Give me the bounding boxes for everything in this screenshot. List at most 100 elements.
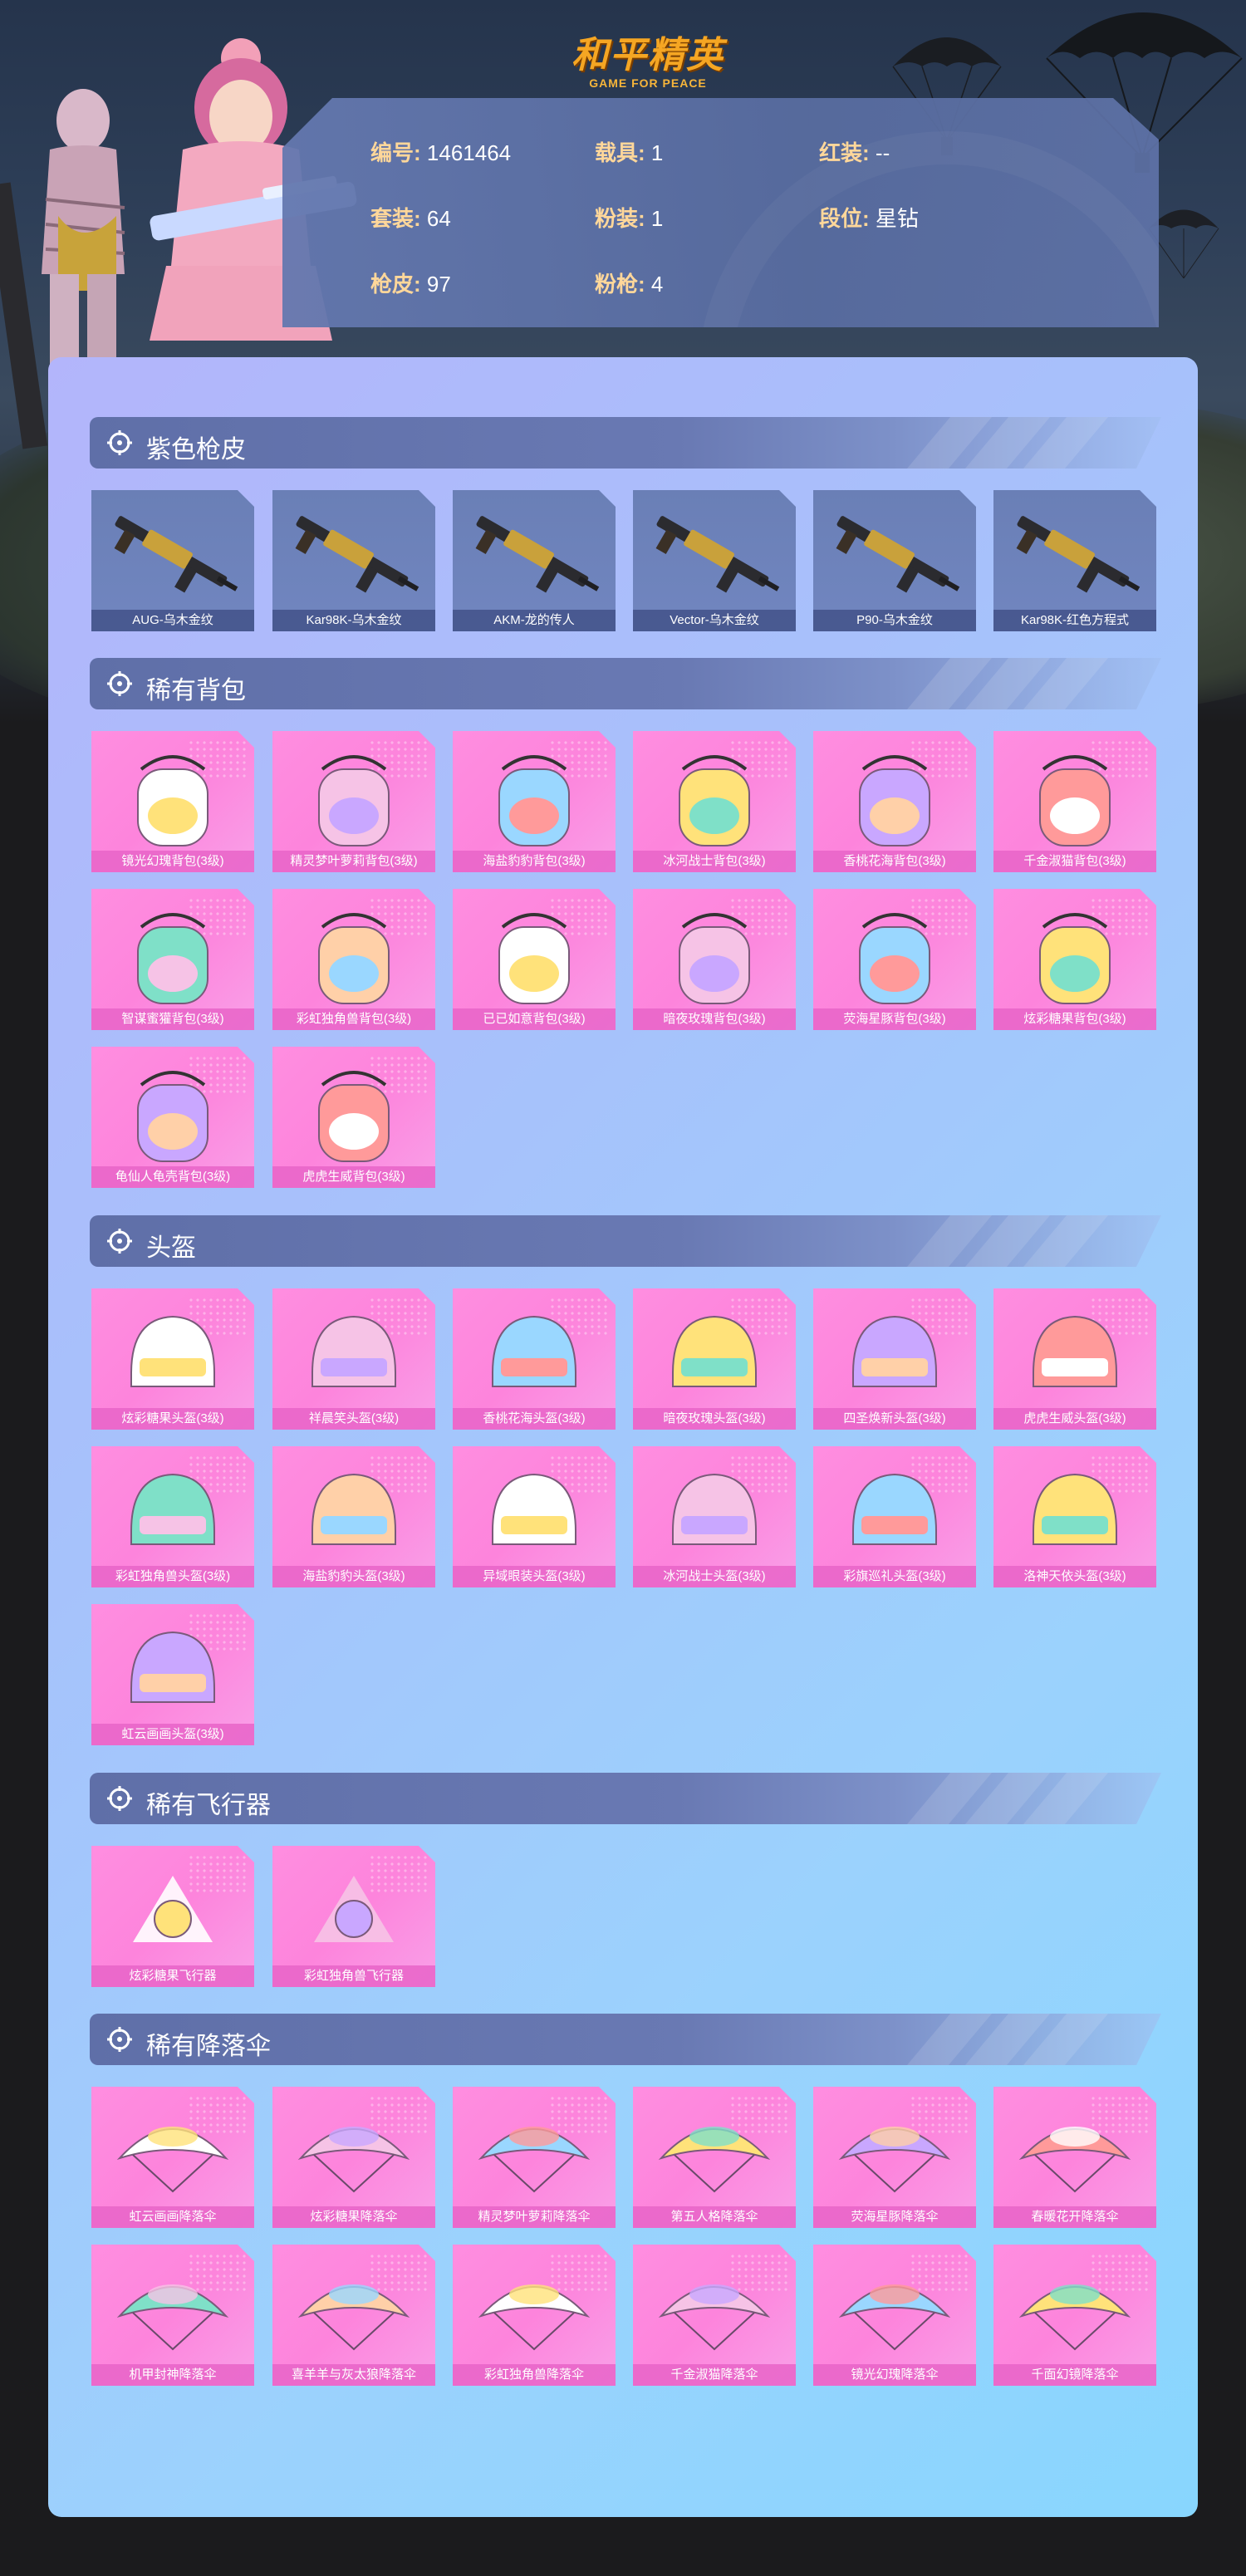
item-image-icon xyxy=(658,2127,771,2193)
item-tile[interactable]: Vector-乌木金纹 xyxy=(633,490,796,631)
item-name: 彩旗巡礼头盔(3级) xyxy=(813,1566,976,1587)
item-tile[interactable]: 虎虎生威头盔(3级) xyxy=(993,1288,1156,1430)
gun-skin-image-icon xyxy=(655,516,780,593)
section-header-rare-backpacks: 稀有背包 xyxy=(90,658,1161,709)
game-logo: 和平精英 GAME FOR PEACE xyxy=(548,25,748,90)
item-tile[interactable]: 海盐豹豹头盔(3级) xyxy=(272,1446,435,1587)
item-tile[interactable]: 炫彩糖果头盔(3级) xyxy=(91,1288,254,1430)
item-tile[interactable]: 镜光幻瑰降落伞 xyxy=(813,2245,976,2386)
item-tile[interactable]: 已已如意背包(3级) xyxy=(453,889,616,1030)
item-tile[interactable]: 虹云画画降落伞 xyxy=(91,2087,254,2228)
item-tile[interactable]: 精灵梦叶萝莉降落伞 xyxy=(453,2087,616,2228)
item-tile[interactable]: 荧海星豚背包(3级) xyxy=(813,889,976,1030)
item-name: 祥晨笑头盔(3级) xyxy=(272,1408,435,1430)
info-pink-gear: 粉装: 1 xyxy=(595,202,819,233)
logo-subtitle: GAME FOR PEACE xyxy=(589,76,707,90)
item-image-icon xyxy=(492,1473,576,1545)
item-tile[interactable]: 彩虹独角兽头盔(3级) xyxy=(91,1446,254,1587)
info-label: 红装: xyxy=(819,140,870,165)
info-value: 1 xyxy=(650,206,664,231)
item-tile[interactable]: 异域眼装头盔(3级) xyxy=(453,1446,616,1587)
item-name: 香桃花海背包(3级) xyxy=(813,851,976,872)
item-tile[interactable]: 龟仙人龟壳背包(3级) xyxy=(91,1047,254,1188)
item-image-icon xyxy=(130,1631,215,1703)
item-tile[interactable]: 精灵梦叶萝莉背包(3级) xyxy=(272,731,435,872)
item-tile[interactable]: Kar98K-乌木金纹 xyxy=(272,490,435,631)
item-name: P90-乌木金纹 xyxy=(813,610,976,631)
item-name: 喜羊羊与灰太狼降落伞 xyxy=(272,2364,435,2386)
item-image-icon xyxy=(859,913,930,1004)
info-vehicle: 载具: 1 xyxy=(595,136,819,167)
item-tile[interactable]: 香桃花海头盔(3级) xyxy=(453,1288,616,1430)
item-tile[interactable]: 彩虹独角兽降落伞 xyxy=(453,2245,616,2386)
crosshair-icon xyxy=(106,1228,133,1254)
item-tile[interactable]: 炫彩糖果飞行器 xyxy=(91,1846,254,1987)
item-tile[interactable]: 第五人格降落伞 xyxy=(633,2087,796,2228)
item-tile[interactable]: 暗夜玫瑰背包(3级) xyxy=(633,889,796,1030)
item-tile[interactable]: 机甲封神降落伞 xyxy=(91,2245,254,2386)
item-image-icon xyxy=(852,1473,937,1545)
item-tile[interactable]: 镜光幻瑰背包(3级) xyxy=(91,731,254,872)
info-label: 编号: xyxy=(370,140,421,165)
item-tile[interactable]: 虎虎生威背包(3级) xyxy=(272,1047,435,1188)
item-name: 精灵梦叶萝莉降落伞 xyxy=(453,2206,616,2228)
item-name: 异域眼装头盔(3级) xyxy=(453,1566,616,1587)
item-image-icon xyxy=(679,755,750,846)
logo-title: 和平精英 xyxy=(571,34,724,76)
item-tile[interactable]: 海盐豹豹背包(3级) xyxy=(453,731,616,872)
item-name: 彩虹独角兽飞行器 xyxy=(272,1965,435,1987)
gun-skin-image-icon xyxy=(1016,516,1141,593)
gun-skin-image-icon xyxy=(475,516,600,593)
item-tile[interactable]: 千金淑猫背包(3级) xyxy=(993,731,1156,872)
item-tile[interactable]: 冰河战士背包(3级) xyxy=(633,731,796,872)
item-tile[interactable]: AUG-乌木金纹 xyxy=(91,490,254,631)
item-tile[interactable]: 彩虹独角兽背包(3级) xyxy=(272,889,435,1030)
crosshair-icon xyxy=(106,670,133,697)
item-tile[interactable]: 彩旗巡礼头盔(3级) xyxy=(813,1446,976,1587)
item-image-icon xyxy=(314,1876,394,1942)
item-image-icon xyxy=(137,755,208,846)
item-image-icon xyxy=(133,1876,213,1942)
item-image-icon xyxy=(478,2127,591,2193)
item-name: 虹云画画降落伞 xyxy=(91,2206,254,2228)
item-tile[interactable]: 香桃花海背包(3级) xyxy=(813,731,976,872)
item-tile[interactable]: 春暖花开降落伞 xyxy=(993,2087,1156,2228)
item-name: 香桃花海头盔(3级) xyxy=(453,1408,616,1430)
info-value: 4 xyxy=(650,272,664,297)
item-name: 海盐豹豹背包(3级) xyxy=(453,851,616,872)
item-name: 彩虹独角兽降落伞 xyxy=(453,2364,616,2386)
item-tile[interactable]: AKM-龙的传人 xyxy=(453,490,616,631)
item-tile[interactable]: 暗夜玫瑰头盔(3级) xyxy=(633,1288,796,1430)
item-image-icon xyxy=(116,2127,229,2193)
item-tile[interactable]: 炫彩糖果降落伞 xyxy=(272,2087,435,2228)
item-name: 冰河战士头盔(3级) xyxy=(633,1566,796,1587)
item-image-icon xyxy=(1018,2284,1131,2351)
item-tile[interactable]: 荧海星豚降落伞 xyxy=(813,2087,976,2228)
item-tile[interactable]: 炫彩糖果背包(3级) xyxy=(993,889,1156,1030)
item-tile[interactable]: 千面幻镜降落伞 xyxy=(993,2245,1156,2386)
item-tile[interactable]: 四圣焕新头盔(3级) xyxy=(813,1288,976,1430)
item-tile[interactable]: 冰河战士头盔(3级) xyxy=(633,1446,796,1587)
item-tile[interactable]: P90-乌木金纹 xyxy=(813,490,976,631)
item-name: Kar98K-红色方程式 xyxy=(993,610,1156,631)
item-name: AUG-乌木金纹 xyxy=(91,610,254,631)
crosshair-icon xyxy=(106,1785,133,1812)
item-tile[interactable]: 祥晨笑头盔(3级) xyxy=(272,1288,435,1430)
item-image-icon xyxy=(1033,1473,1117,1545)
item-image-icon xyxy=(859,755,930,846)
item-name: 冰河战士背包(3级) xyxy=(633,851,796,872)
item-name: 荧海星豚降落伞 xyxy=(813,2206,976,2228)
info-pink-guns: 粉枪: 4 xyxy=(595,267,819,298)
item-tile[interactable]: 智谋蜜獾背包(3级) xyxy=(91,889,254,1030)
item-name: 千金淑猫降落伞 xyxy=(633,2364,796,2386)
item-tile[interactable]: 洛神天依头盔(3级) xyxy=(993,1446,1156,1587)
section-header-gun-skins: 紫色枪皮 xyxy=(90,417,1161,469)
item-tile[interactable]: 虹云画画头盔(3级) xyxy=(91,1604,254,1745)
crosshair-icon xyxy=(106,429,133,456)
item-tile[interactable]: Kar98K-红色方程式 xyxy=(993,490,1156,631)
item-tile[interactable]: 喜羊羊与灰太狼降落伞 xyxy=(272,2245,435,2386)
item-tile[interactable]: 千金淑猫降落伞 xyxy=(633,2245,796,2386)
info-label: 段位: xyxy=(819,206,870,231)
item-tile[interactable]: 彩虹独角兽飞行器 xyxy=(272,1846,435,1987)
item-name: 彩虹独角兽背包(3级) xyxy=(272,1008,435,1030)
